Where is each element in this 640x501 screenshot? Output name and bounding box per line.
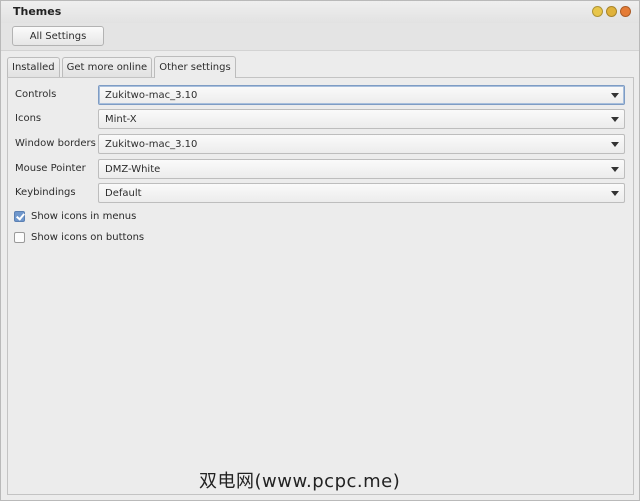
tab-installed[interactable]: Installed xyxy=(7,57,60,77)
maximize-button[interactable] xyxy=(606,6,617,17)
controls-dropdown[interactable]: Zukitwo-mac_3.10 xyxy=(98,85,625,105)
title-bar[interactable]: Themes xyxy=(1,1,639,24)
show-icons-in-menus-option[interactable]: Show icons in menus xyxy=(14,209,136,223)
setting-row-window-borders: Window borders Zukitwo-mac_3.10 xyxy=(14,134,627,154)
watermark-text: 双电网(www.pcpc.me) xyxy=(199,471,401,492)
controls-label: Controls xyxy=(15,89,57,100)
show-icons-on-buttons-option[interactable]: Show icons on buttons xyxy=(14,230,144,244)
chevron-down-icon xyxy=(611,117,619,122)
close-button[interactable] xyxy=(620,6,631,17)
mouse-pointer-dropdown[interactable]: DMZ-White xyxy=(98,159,625,179)
tab-other-settings[interactable]: Other settings xyxy=(154,56,236,78)
keybindings-value: Default xyxy=(105,188,142,199)
show-icons-on-buttons-checkbox[interactable] xyxy=(14,231,25,243)
window-title: Themes xyxy=(13,5,62,18)
tab-get-more-online[interactable]: Get more online xyxy=(61,57,153,77)
setting-row-icons: Icons Mint-X xyxy=(14,109,627,129)
themes-window: Themes All Settings Installed Get more o… xyxy=(0,0,640,501)
chevron-down-icon xyxy=(611,142,619,147)
mouse-pointer-value: DMZ-White xyxy=(105,164,161,175)
tab-bar: Installed Get more online Other settings xyxy=(7,56,238,78)
icons-label: Icons xyxy=(15,113,42,124)
icons-value: Mint-X xyxy=(105,114,137,125)
controls-value: Zukitwo-mac_3.10 xyxy=(105,90,198,101)
show-icons-in-menus-checkbox[interactable] xyxy=(14,210,25,222)
keybindings-label: Keybindings xyxy=(15,187,76,198)
window-borders-label: Window borders xyxy=(15,138,96,149)
minimize-button[interactable] xyxy=(592,6,603,17)
setting-row-controls: Controls Zukitwo-mac_3.10 xyxy=(14,85,627,105)
setting-row-mouse-pointer: Mouse Pointer DMZ-White xyxy=(14,159,627,179)
icons-dropdown[interactable]: Mint-X xyxy=(98,109,625,129)
toolbar: All Settings xyxy=(1,23,639,51)
show-icons-on-buttons-label: Show icons on buttons xyxy=(31,231,145,243)
keybindings-dropdown[interactable]: Default xyxy=(98,183,625,203)
window-borders-value: Zukitwo-mac_3.10 xyxy=(105,139,198,150)
mouse-pointer-label: Mouse Pointer xyxy=(15,163,86,174)
show-icons-in-menus-label: Show icons in menus xyxy=(31,210,137,222)
other-settings-panel: Controls Zukitwo-mac_3.10 Icons Mint-X W… xyxy=(7,77,634,495)
all-settings-button[interactable]: All Settings xyxy=(12,26,104,46)
window-borders-dropdown[interactable]: Zukitwo-mac_3.10 xyxy=(98,134,625,154)
chevron-down-icon xyxy=(611,167,619,172)
chevron-down-icon xyxy=(611,93,619,98)
window-controls xyxy=(592,6,631,17)
setting-row-keybindings: Keybindings Default xyxy=(14,183,627,203)
chevron-down-icon xyxy=(611,191,619,196)
